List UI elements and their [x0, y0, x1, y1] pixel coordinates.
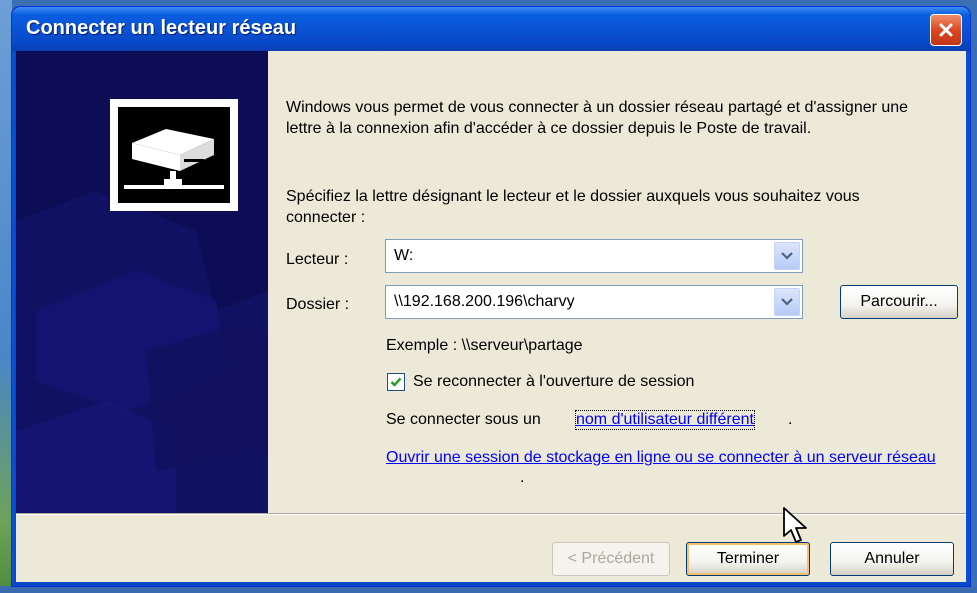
instruction-text: Spécifiez la lettre désignant le lecteur… [286, 188, 860, 226]
cancel-button[interactable]: Annuler [830, 542, 954, 576]
wizard-side-panel [16, 51, 268, 513]
reconnect-checkbox[interactable] [387, 373, 405, 391]
wizard-footer: < Précédent Terminer Annuler [16, 515, 966, 582]
network-drive-icon [110, 99, 238, 211]
folder-dropdown-button[interactable] [774, 288, 800, 316]
close-button[interactable] [930, 14, 962, 46]
reconnect-label[interactable]: Se reconnecter à l'ouverture de session [413, 373, 694, 391]
connect-as-text: Se connecter sous un [386, 411, 541, 428]
drive-dropdown-button[interactable] [774, 242, 800, 270]
wizard-content: Windows vous permet de vous connecter à … [268, 51, 966, 513]
folder-label: Dossier : [286, 296, 350, 313]
different-user-link[interactable]: nom d'utilisateur différent [575, 410, 755, 430]
dialog-client-area: Windows vous permet de vous connecter à … [16, 51, 966, 582]
connect-as-period: . [788, 411, 793, 428]
example-text: Exemple : \\serveur\partage [386, 337, 583, 354]
folder-input-value: \\192.168.200.196\charvy [394, 293, 575, 310]
drive-label: Lecteur : [286, 251, 349, 268]
desktop-background [0, 0, 12, 593]
drive-select[interactable]: W: [385, 239, 803, 273]
chevron-down-icon [781, 252, 793, 260]
mouse-pointer-icon [783, 507, 807, 543]
online-storage-link[interactable]: Ouvrir une session de stockage en ligne … [386, 447, 946, 469]
drive-select-value: W: [394, 247, 414, 264]
browse-button[interactable]: Parcourir... [840, 285, 958, 319]
checkmark-icon [390, 377, 402, 387]
window-frame-right [966, 51, 970, 586]
chevron-down-icon [781, 298, 793, 306]
finish-button[interactable]: Terminer [686, 542, 810, 576]
intro-text: Windows vous permet de vous connecter à … [286, 99, 909, 137]
close-icon [939, 23, 953, 37]
storage-link-period: . [520, 469, 525, 486]
window-title: Connecter un lecteur réseau [26, 17, 297, 39]
title-bar[interactable]: Connecter un lecteur réseau [12, 7, 970, 51]
back-button[interactable]: < Précédent [552, 542, 670, 576]
dialog-window: Connecter un lecteur réseau Windows vous… [12, 7, 970, 586]
desktop-background-bottom [0, 586, 977, 593]
window-frame-bottom [12, 582, 970, 586]
folder-input[interactable]: \\192.168.200.196\charvy [385, 285, 803, 319]
